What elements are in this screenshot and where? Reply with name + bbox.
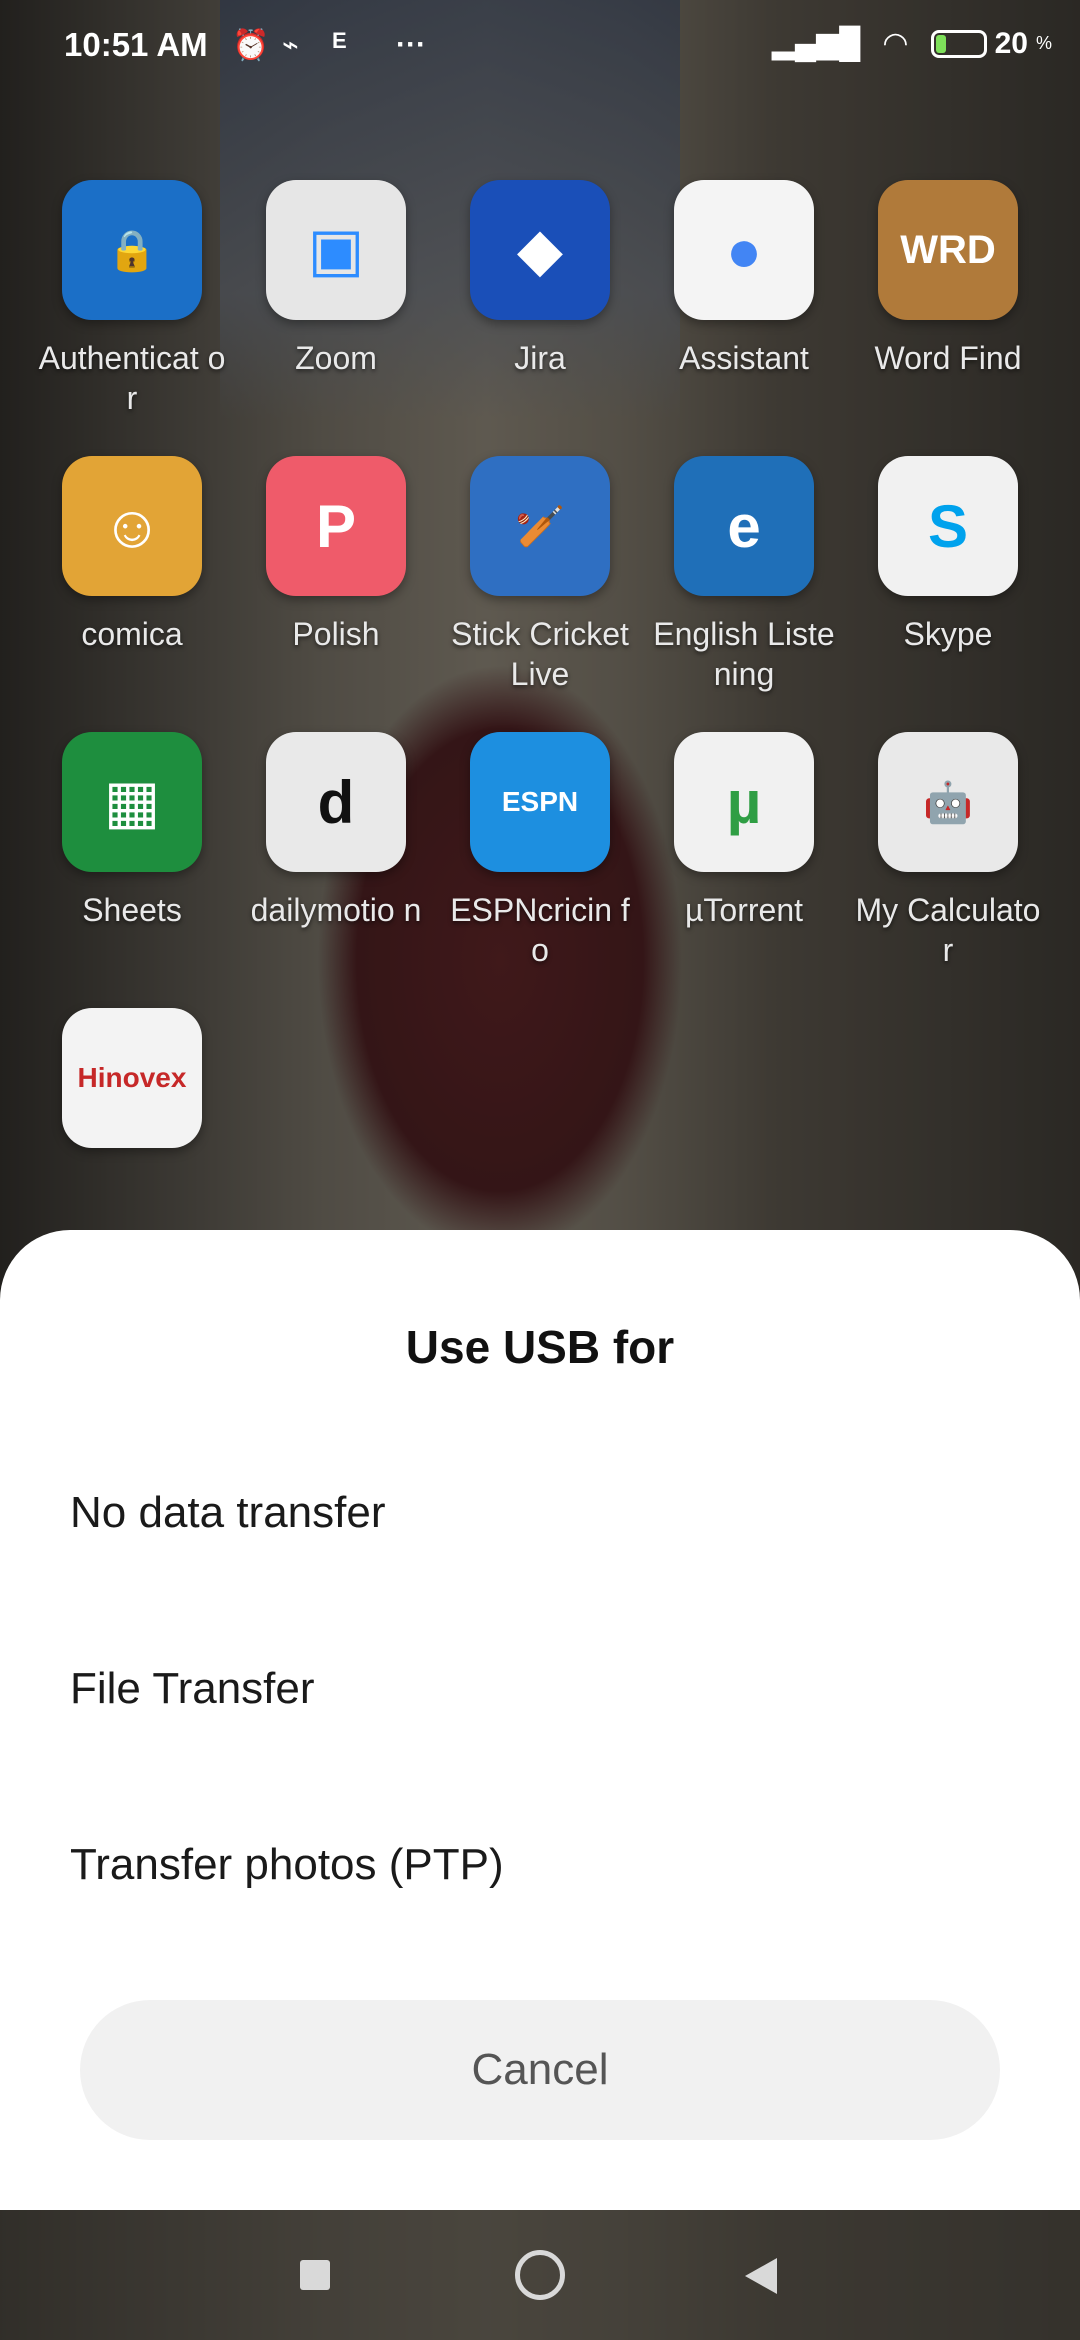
comica-icon: ☺ bbox=[62, 456, 202, 596]
app-label: Sheets bbox=[82, 892, 182, 928]
dailymotion-icon: d bbox=[266, 732, 406, 872]
app-label: Skype bbox=[903, 616, 993, 652]
app-label: Authenticat or bbox=[38, 340, 226, 416]
app-label: Stick Cricket Live bbox=[451, 616, 629, 692]
wifi-icon: ◠ bbox=[882, 27, 909, 60]
usb-mode-dialog: Use USB for No data transfer File Transf… bbox=[0, 1230, 1080, 2210]
app-sheets[interactable]: ▦ Sheets bbox=[30, 732, 234, 970]
back-icon[interactable] bbox=[745, 2258, 777, 2294]
option-file-transfer[interactable]: File Transfer bbox=[70, 1664, 315, 1714]
app-assistant[interactable]: ● Assistant bbox=[642, 180, 846, 418]
android-icon: 🤖 bbox=[878, 732, 1018, 872]
authenticator-icon: 🔒 bbox=[62, 180, 202, 320]
app-comica[interactable]: ☺ comica bbox=[30, 456, 234, 694]
app-label: Polish bbox=[292, 616, 380, 652]
app-label: dailymotio n bbox=[250, 892, 422, 928]
app-label: Word Find bbox=[874, 340, 1022, 376]
status-bar: 10:51 AM ⏰ ⌁ E ··· ▂▄▆█ ◠ 20 % bbox=[0, 0, 1080, 96]
app-skype[interactable]: S Skype bbox=[846, 456, 1050, 694]
utorrent-icon: µ bbox=[674, 732, 814, 872]
espn-notification-icon: E bbox=[332, 28, 347, 53]
app-grid: 🔒 Authenticat or ▣ Zoom ◆ Jira ● Assistant WRD Wo… bbox=[30, 180, 1050, 1166]
home-icon[interactable] bbox=[515, 2250, 565, 2300]
usb-icon: ⌁ bbox=[282, 29, 299, 60]
app-label: µTorrent bbox=[684, 892, 804, 928]
alarm-icon: ⏰ bbox=[232, 29, 270, 62]
app-label: ESPNcricin fo bbox=[450, 892, 630, 968]
signal-icon: ▂▄▆█ bbox=[771, 27, 861, 60]
app-polish[interactable]: P Polish bbox=[234, 456, 438, 694]
battery-percent: 20 bbox=[994, 26, 1028, 60]
app-zoom[interactable]: ▣ Zoom bbox=[234, 180, 438, 418]
app-espncricinfo[interactable]: ESPN ESPNcricin fo bbox=[438, 732, 642, 970]
sheets-icon: ▦ bbox=[62, 732, 202, 872]
skype-icon: S bbox=[878, 456, 1018, 596]
battery-body bbox=[930, 29, 987, 58]
dialog-title: Use USB for bbox=[405, 1321, 675, 1373]
app-word-find[interactable]: WRD Word Find bbox=[846, 180, 1050, 418]
app-hinovex[interactable]: Hinovex bbox=[30, 1008, 234, 1166]
word-find-icon: WRD bbox=[878, 180, 1018, 320]
app--torrent[interactable]: µ µTorrent bbox=[642, 732, 846, 970]
status-time: 10:51 AM bbox=[64, 26, 208, 63]
jira-icon: ◆ bbox=[470, 180, 610, 320]
app-label: comica bbox=[81, 616, 183, 652]
app-english-listening[interactable]: e English Listening bbox=[642, 456, 846, 694]
app-dailymotion[interactable]: d dailymotio n bbox=[234, 732, 438, 970]
assistant-icon: ● bbox=[674, 180, 814, 320]
app-label: Jira bbox=[514, 340, 566, 376]
polish-icon: P bbox=[266, 456, 406, 596]
more-notifications-icon: ··· bbox=[396, 28, 426, 61]
status-right: ▂▄▆█ ◠ 20 % bbox=[772, 26, 1052, 61]
app-label: English Listening bbox=[653, 616, 835, 692]
zoom-icon: ▣ bbox=[266, 180, 406, 320]
hinovex-icon: Hinovex bbox=[62, 1008, 202, 1148]
navigation-bar bbox=[0, 2210, 1080, 2340]
app-label: Assistant bbox=[679, 340, 809, 376]
recents-icon[interactable] bbox=[300, 2260, 330, 2290]
option-no-data-transfer[interactable]: No data transfer bbox=[70, 1488, 386, 1538]
battery-percent-unit: % bbox=[1035, 33, 1052, 53]
app-jira[interactable]: ◆ Jira bbox=[438, 180, 642, 418]
app-my-calculator[interactable]: 🤖 My Calculator bbox=[846, 732, 1050, 970]
app-label: My Calculator bbox=[855, 892, 1041, 968]
espncricinfo-icon: ESPN bbox=[470, 732, 610, 872]
app-authenticator[interactable]: 🔒 Authenticat or bbox=[30, 180, 234, 418]
english-listening-icon: e bbox=[674, 456, 814, 596]
battery-charging-icon: 20 % bbox=[930, 26, 1052, 61]
stick-cricket-icon: 🏏 bbox=[470, 456, 610, 596]
app-stick-cricket-live[interactable]: 🏏 Stick Cricket Live bbox=[438, 456, 642, 694]
app-label: Zoom bbox=[295, 340, 377, 376]
option-transfer-photos-ptp[interactable]: Transfer photos (PTP) bbox=[70, 1840, 504, 1890]
cancel-button[interactable]: Cancel bbox=[80, 2000, 1000, 2140]
battery-fill bbox=[935, 34, 946, 53]
